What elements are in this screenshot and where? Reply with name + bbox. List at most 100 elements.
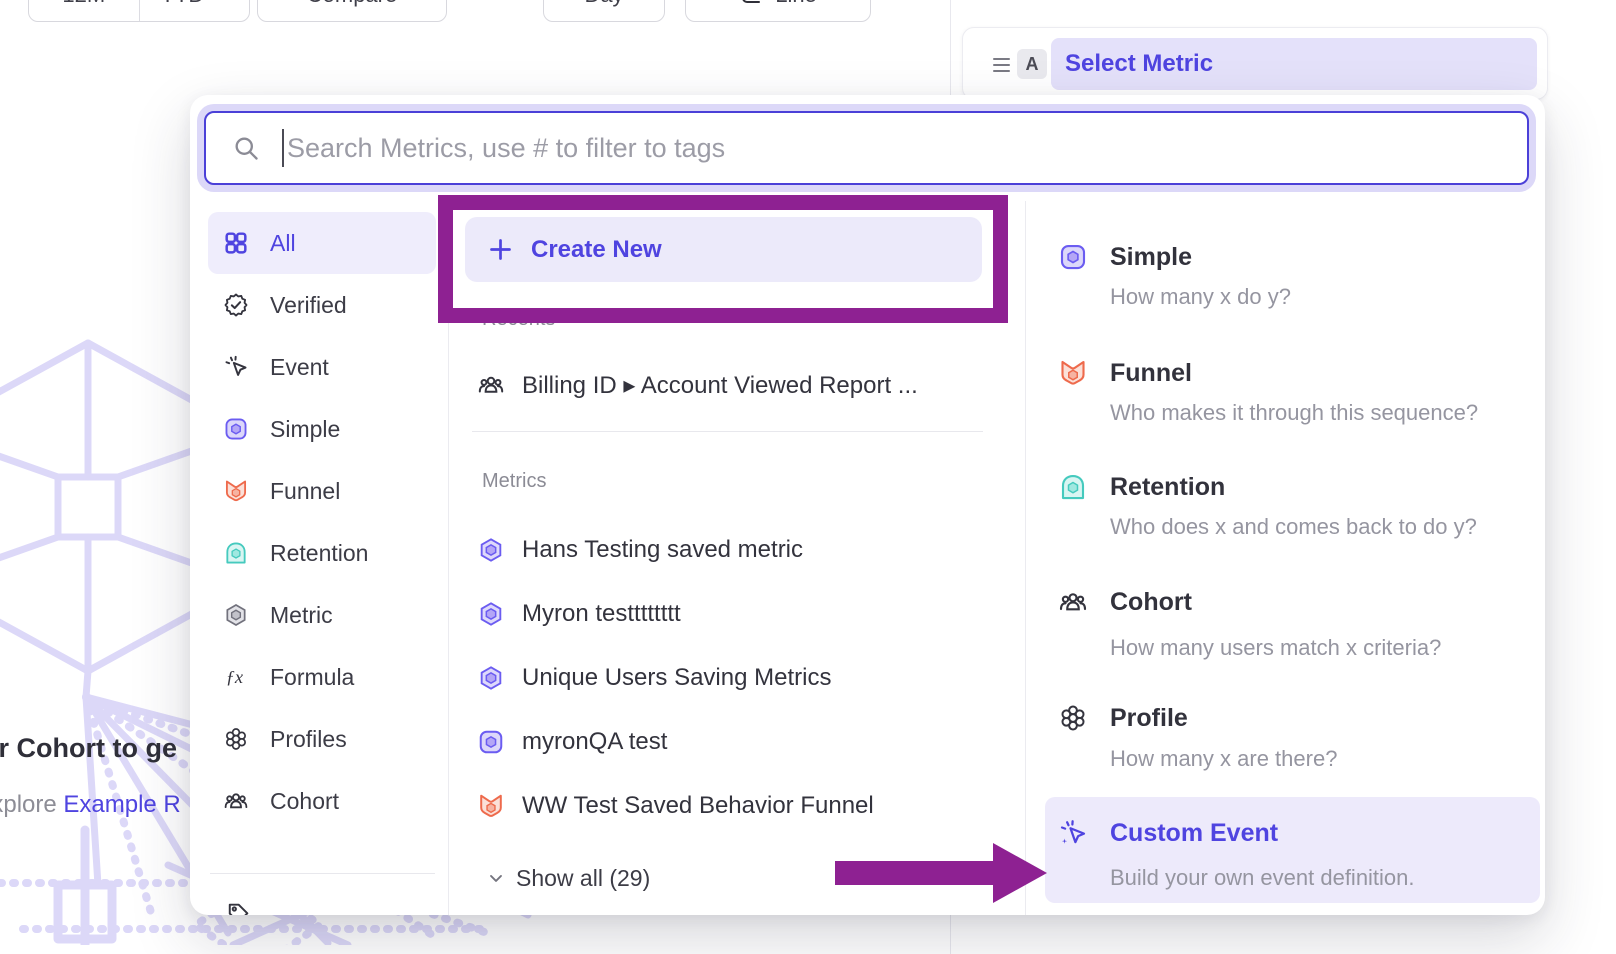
metrics-section-label: Metrics <box>482 470 546 493</box>
metric-list-item[interactable]: WW Test Saved Behavior Funnel <box>477 778 874 834</box>
show-all-label: Show all (29) <box>516 865 650 892</box>
example-reports-link[interactable]: Example R <box>63 791 180 818</box>
type-simple-desc: How many x do y? <box>1110 285 1291 309</box>
search-input[interactable]: Search Metrics, use # to filter to tags <box>204 111 1529 185</box>
empty-state-explore: explore Example R <box>0 791 181 819</box>
sidebar-section-divider <box>210 873 435 874</box>
recent-item-label: Billing ID ▸ Account Viewed Report ... <box>522 371 918 400</box>
text-cursor <box>282 129 284 167</box>
column-divider <box>1025 201 1026 915</box>
sidebar-item-label: Event <box>270 354 329 381</box>
type-custom-event-title[interactable]: Custom Event <box>1110 819 1278 847</box>
row-label-badge: A <box>1017 49 1047 79</box>
sidebar-item-label: Cohort <box>270 788 339 815</box>
profiles-cluster-icon <box>223 726 249 752</box>
sidebar-item-simple[interactable]: Simple <box>208 398 436 460</box>
formula-fx-icon: ƒx <box>223 664 249 690</box>
search-placeholder: Search Metrics, use # to filter to tags <box>287 133 725 164</box>
chart-type-line-button[interactable]: Line <box>685 0 871 22</box>
sidebar-item-verified[interactable]: Verified <box>208 274 436 336</box>
metric-item-label: myronQA test <box>522 728 667 756</box>
metric-item-label: Myron testttttttt <box>522 600 681 628</box>
app-canvas: or Cohort to ge explore Example R 12M YT… <box>0 0 1616 954</box>
metric-item-label: Unique Users Saving Metrics <box>522 664 831 692</box>
type-retention-desc: Who does x and comes back to do y? <box>1110 515 1477 539</box>
recent-item-billing[interactable]: Billing ID ▸ Account Viewed Report ... <box>477 357 918 413</box>
sidebar-item-label: Simple <box>270 416 340 443</box>
chevron-down-icon <box>212 0 228 3</box>
type-profile-title[interactable]: Profile <box>1110 704 1188 732</box>
recents-metrics-divider <box>472 431 983 432</box>
type-profile-desc: How many x are there? <box>1110 747 1337 771</box>
chevron-down-icon <box>486 868 506 888</box>
query-builder-row: A Select Metric <box>962 27 1548 100</box>
metric-hexagon-icon <box>223 602 249 628</box>
sidebar-item-retention[interactable]: Retention <box>208 522 436 584</box>
date-range-group: 12M YTD <box>28 0 250 22</box>
type-funnel-title[interactable]: Funnel <box>1110 359 1192 387</box>
show-all-button[interactable]: Show all (29) <box>486 863 650 893</box>
funnel-icon <box>1058 358 1088 388</box>
annotation-arrow-shaft <box>835 861 995 885</box>
cohort-people-icon <box>1058 587 1088 617</box>
metric-item-label: Hans Testing saved metric <box>522 536 803 564</box>
sidebar-item-formula[interactable]: ƒx Formula <box>208 646 436 708</box>
type-funnel-desc: Who makes it through this sequence? <box>1110 401 1478 425</box>
annotation-box-create-new <box>438 195 1008 323</box>
type-cohort-title[interactable]: Cohort <box>1110 588 1192 616</box>
annotation-arrow-head <box>993 843 1047 903</box>
simple-square-icon <box>223 416 249 442</box>
sidebar-item-label: Verified <box>270 292 347 319</box>
sidebar-item-funnel[interactable]: Funnel <box>208 460 436 522</box>
filter-sidebar: All Verified Event Simple Funnel Retenti… <box>208 212 436 832</box>
metric-item-label: WW Test Saved Behavior Funnel <box>522 792 874 820</box>
sidebar-item-partial[interactable] <box>225 901 251 915</box>
range-12m-button[interactable]: 12M <box>29 0 139 21</box>
sidebar-item-all[interactable]: All <box>208 212 436 274</box>
sidebar-item-label: Retention <box>270 540 368 567</box>
funnel-icon <box>223 478 249 504</box>
simple-square-icon <box>477 728 505 756</box>
cohort-people-icon <box>477 371 505 399</box>
metric-list-item[interactable]: Unique Users Saving Metrics <box>477 650 831 706</box>
sidebar-item-label: Funnel <box>270 478 340 505</box>
sidebar-item-cohort[interactable]: Cohort <box>208 770 436 832</box>
range-ytd-button[interactable]: YTD <box>139 0 250 21</box>
simple-square-icon <box>1058 242 1088 272</box>
retention-arch-icon <box>223 540 249 566</box>
grid-icon <box>223 230 249 256</box>
verified-badge-icon <box>223 292 249 318</box>
metric-list-item[interactable]: Myron testttttttt <box>477 586 681 642</box>
metric-list-item[interactable]: Hans Testing saved metric <box>477 522 803 578</box>
retention-arch-icon <box>1058 472 1088 502</box>
line-chart-icon <box>739 0 763 7</box>
type-simple-title[interactable]: Simple <box>1110 243 1192 271</box>
funnel-icon <box>477 792 505 820</box>
svg-text:ƒx: ƒx <box>226 667 244 687</box>
metric-hexagon-icon <box>477 600 505 628</box>
type-retention-title[interactable]: Retention <box>1110 473 1225 501</box>
sidebar-item-event[interactable]: Event <box>208 336 436 398</box>
select-metric-pill[interactable]: Select Metric <box>1051 38 1537 90</box>
sidebar-item-label: Metric <box>270 602 333 629</box>
compare-button[interactable]: Compare <box>257 0 447 22</box>
granularity-day-button[interactable]: Day <box>543 0 665 22</box>
explore-prefix: explore <box>0 791 63 818</box>
search-icon <box>232 134 260 162</box>
sidebar-item-label: Profiles <box>270 726 347 753</box>
metric-hexagon-icon <box>477 664 505 692</box>
type-cohort-desc: How many users match x criteria? <box>1110 636 1441 660</box>
metric-list-item[interactable]: myronQA test <box>477 714 667 770</box>
cohort-people-icon <box>223 788 249 814</box>
sidebar-item-metric[interactable]: Metric <box>208 584 436 646</box>
tag-icon <box>225 901 251 915</box>
custom-event-cursor-icon <box>1058 818 1088 848</box>
sidebar-item-label: All <box>270 230 296 257</box>
sidebar-item-label: Formula <box>270 664 354 691</box>
profiles-cluster-icon <box>1058 703 1088 733</box>
drag-handle-icon[interactable] <box>993 54 1010 76</box>
event-cursor-icon <box>223 354 249 380</box>
empty-state-headline: or Cohort to ge <box>0 733 177 764</box>
type-custom-event-desc: Build your own event definition. <box>1110 866 1415 890</box>
sidebar-item-profiles[interactable]: Profiles <box>208 708 436 770</box>
